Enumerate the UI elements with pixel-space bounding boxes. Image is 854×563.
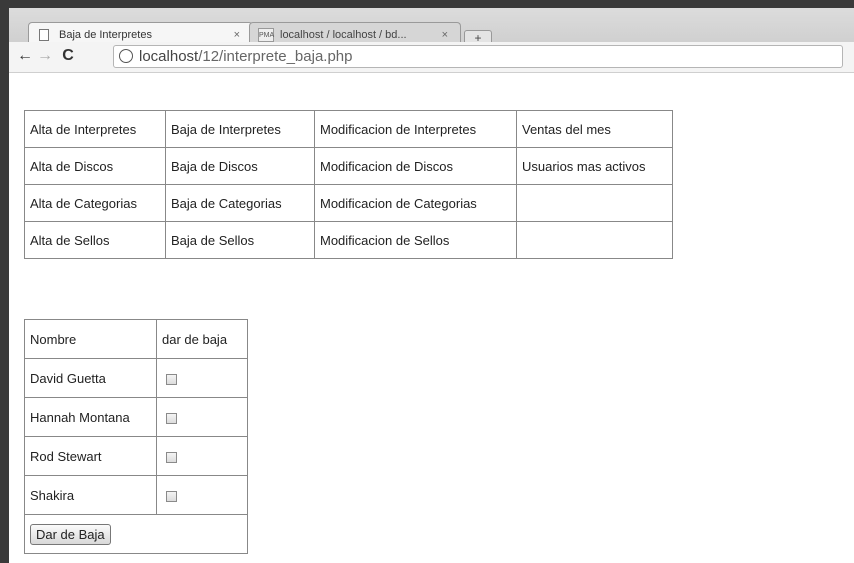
menu-link-modificacion-discos[interactable]: Modificacion de Discos bbox=[320, 159, 453, 174]
checkbox-cell bbox=[156, 475, 248, 515]
menu-cell: Alta de Categorias bbox=[24, 184, 166, 222]
back-arrow-icon[interactable]: ← bbox=[15, 46, 35, 66]
browser-toolbar: ← → C localhost/12/interprete_baja.php bbox=[9, 42, 854, 73]
table-header-row: Nombre dar de baja bbox=[24, 319, 248, 359]
submit-row: Dar de Baja bbox=[24, 514, 248, 554]
dar-de-baja-checkbox[interactable] bbox=[166, 490, 177, 502]
checkbox-cell bbox=[156, 436, 248, 476]
table-row: Hannah Montana bbox=[24, 397, 248, 437]
menu-cell: Alta de Discos bbox=[24, 147, 166, 185]
page-icon bbox=[39, 29, 49, 41]
dar-de-baja-checkbox[interactable] bbox=[166, 373, 177, 385]
menu-cell: Modificacion de Interpretes bbox=[314, 110, 517, 148]
menu-cell: Baja de Discos bbox=[165, 147, 315, 185]
menu-cell: Ventas del mes bbox=[516, 110, 673, 148]
reload-icon[interactable]: C bbox=[58, 46, 78, 66]
tab-strip: Baja de Interpretes × PMA localhost / lo… bbox=[9, 8, 854, 46]
menu-link-alta-sellos[interactable]: Alta de Sellos bbox=[30, 233, 110, 248]
forward-arrow-icon[interactable]: → bbox=[35, 46, 55, 66]
menu-row: Alta de Sellos Baja de Sellos Modificaci… bbox=[24, 221, 673, 259]
menu-cell: Modificacion de Sellos bbox=[314, 221, 517, 259]
menu-link-baja-discos[interactable]: Baja de Discos bbox=[171, 159, 258, 174]
menu-cell: Baja de Categorias bbox=[165, 184, 315, 222]
menu-cell: Modificacion de Categorias bbox=[314, 184, 517, 222]
menu-row: Alta de Discos Baja de Discos Modificaci… bbox=[24, 147, 673, 185]
menu-cell-empty bbox=[516, 184, 673, 222]
menu-link-alta-interpretes[interactable]: Alta de Interpretes bbox=[30, 122, 136, 137]
menu-link-baja-interpretes[interactable]: Baja de Interpretes bbox=[171, 122, 281, 137]
menu-cell: Alta de Sellos bbox=[24, 221, 166, 259]
column-header-nombre: Nombre bbox=[24, 319, 157, 359]
artist-name: Rod Stewart bbox=[24, 436, 157, 476]
menu-row: Alta de Interpretes Baja de Interpretes … bbox=[24, 110, 673, 148]
admin-menu-table: Alta de Interpretes Baja de Interpretes … bbox=[24, 110, 673, 259]
artist-name: Shakira bbox=[24, 475, 157, 515]
menu-link-baja-categorias[interactable]: Baja de Categorias bbox=[171, 196, 282, 211]
url-text: localhost/12/interprete_baja.php bbox=[139, 48, 353, 66]
submit-cell: Dar de Baja bbox=[24, 514, 248, 554]
dar-de-baja-checkbox[interactable] bbox=[166, 451, 177, 463]
menu-cell: Alta de Interpretes bbox=[24, 110, 166, 148]
address-bar[interactable]: localhost/12/interprete_baja.php bbox=[113, 45, 843, 68]
url-host: localhost bbox=[139, 48, 199, 65]
url-path: /12/interprete_baja.php bbox=[198, 48, 353, 65]
menu-link-usuarios-activos[interactable]: Usuarios mas activos bbox=[522, 159, 646, 174]
menu-link-baja-sellos[interactable]: Baja de Sellos bbox=[171, 233, 254, 248]
baja-form-table: Nombre dar de baja David Guetta Hannah M… bbox=[24, 319, 248, 554]
table-row: David Guetta bbox=[24, 358, 248, 398]
menu-link-modificacion-sellos[interactable]: Modificacion de Sellos bbox=[320, 233, 449, 248]
phpmyadmin-icon: PMA bbox=[258, 28, 274, 42]
artist-name: Hannah Montana bbox=[24, 397, 157, 437]
menu-link-ventas-mes[interactable]: Ventas del mes bbox=[522, 122, 611, 137]
menu-row: Alta de Categorias Baja de Categorias Mo… bbox=[24, 184, 673, 222]
window-frame-top bbox=[0, 0, 854, 8]
checkbox-cell bbox=[156, 358, 248, 398]
menu-cell-empty bbox=[516, 221, 673, 259]
dar-de-baja-button[interactable]: Dar de Baja bbox=[30, 523, 111, 545]
table-row: Rod Stewart bbox=[24, 436, 248, 476]
column-header-dar-de-baja: dar de baja bbox=[156, 319, 248, 359]
menu-cell: Baja de Sellos bbox=[165, 221, 315, 259]
menu-link-alta-discos[interactable]: Alta de Discos bbox=[30, 159, 113, 174]
globe-icon bbox=[119, 49, 133, 63]
artist-name: David Guetta bbox=[24, 358, 157, 398]
window-frame-left bbox=[0, 8, 9, 563]
menu-cell: Modificacion de Discos bbox=[314, 147, 517, 185]
checkbox-cell bbox=[156, 397, 248, 437]
table-row: Shakira bbox=[24, 475, 248, 515]
menu-link-modificacion-interpretes[interactable]: Modificacion de Interpretes bbox=[320, 122, 476, 137]
menu-cell: Usuarios mas activos bbox=[516, 147, 673, 185]
menu-cell: Baja de Interpretes bbox=[165, 110, 315, 148]
dar-de-baja-checkbox[interactable] bbox=[166, 412, 177, 424]
menu-link-modificacion-categorias[interactable]: Modificacion de Categorias bbox=[320, 196, 477, 211]
menu-link-alta-categorias[interactable]: Alta de Categorias bbox=[30, 196, 137, 211]
